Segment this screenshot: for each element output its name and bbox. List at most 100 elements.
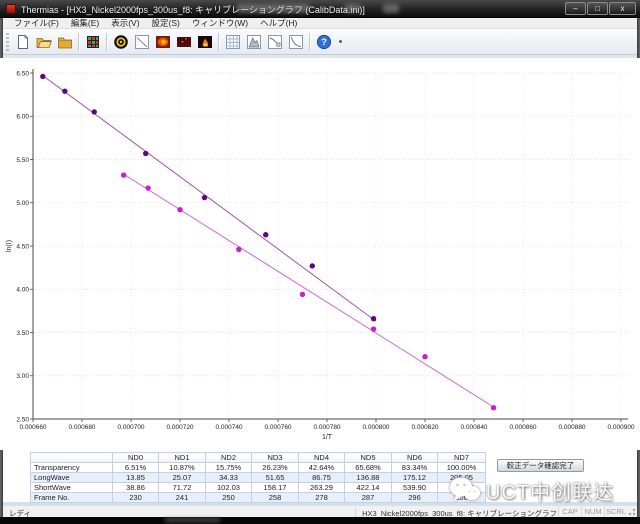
close-button[interactable]: x: [609, 2, 636, 15]
cell-value: 158.17: [252, 483, 299, 493]
cell-value: 175.12: [392, 473, 438, 483]
svg-text:0.000840: 0.000840: [460, 424, 487, 431]
cell-value: 42.64%: [299, 463, 345, 473]
menu-item-5[interactable]: ヘルプ(H): [254, 18, 303, 29]
decay-curve-button[interactable]: [285, 31, 306, 52]
save-folder-button[interactable]: [54, 31, 75, 52]
table-row-longwave: LongWave13.8525.0734.3351.6586.75136.881…: [31, 473, 486, 483]
line-profile-icon: [134, 34, 150, 50]
cell-value: 51.65: [252, 473, 299, 483]
line-profile-button[interactable]: [131, 31, 152, 52]
menu-bar: ファイル(F)編集(E)表示(V)設定(S)ウィンドウ(W)ヘルプ(H): [3, 18, 637, 29]
svg-text:0.000900: 0.000900: [607, 424, 634, 431]
toolbar-overflow-dot: [339, 40, 342, 43]
svg-text:0.000700: 0.000700: [117, 424, 144, 431]
svg-text:?: ?: [321, 37, 327, 48]
svg-text:0.000880: 0.000880: [558, 424, 585, 431]
flame-image-icon: [197, 34, 213, 50]
window-bottom-frame: [0, 517, 640, 524]
cell-value: 25.07: [159, 473, 206, 483]
table-row-shortwave: ShortWave38.8671.72102.03158.17263.29422…: [31, 483, 486, 493]
cell-value: 287: [345, 493, 392, 503]
resize-grip[interactable]: [627, 507, 636, 516]
title-bar: Thermias - [HX3_Nickel2000fps_300us_f8: …: [0, 0, 640, 18]
cell-value: 65.68%: [345, 463, 392, 473]
data-point: [177, 207, 182, 212]
table-row-transparency: Transparency6.51%10.87%15.75%26.23%42.64…: [31, 463, 486, 473]
data-point: [121, 172, 126, 177]
table-grid-icon: [225, 34, 241, 50]
data-point: [92, 109, 97, 114]
histogram-button[interactable]: [243, 31, 264, 52]
maximize-button[interactable]: □: [587, 2, 608, 15]
svg-text:0.000720: 0.000720: [166, 424, 193, 431]
menu-item-4[interactable]: ウィンドウ(W): [186, 18, 254, 29]
help-button[interactable]: ?: [313, 31, 334, 52]
application-window: Thermias - [HX3_Nickel2000fps_300us_f8: …: [0, 0, 640, 524]
data-point: [236, 247, 241, 252]
svg-text:0.000660: 0.000660: [19, 424, 46, 431]
svg-text:0.000680: 0.000680: [68, 424, 95, 431]
svg-text:0.000780: 0.000780: [313, 424, 340, 431]
svg-text:5.50: 5.50: [16, 157, 29, 164]
target-icon: [113, 34, 129, 50]
svg-text:1/T: 1/T: [322, 434, 333, 441]
svg-text:2.50: 2.50: [16, 416, 29, 423]
svg-text:4.00: 4.00: [16, 287, 29, 294]
calibration-data-table: ND0ND1ND2ND3ND4ND5ND6ND7Transparency6.51…: [30, 452, 486, 503]
cell-value: 71.72: [159, 483, 206, 493]
table-row-frame-no-: Frame No.230241250258278287296306: [31, 493, 486, 503]
cell-value: 278: [299, 493, 345, 503]
cell-value: 83.34%: [392, 463, 438, 473]
data-point: [40, 74, 45, 79]
cell-value: 38.86: [113, 483, 159, 493]
toolbar: ?: [3, 29, 637, 55]
new-document-button[interactable]: [12, 31, 33, 52]
thermal-image-button[interactable]: [152, 31, 173, 52]
menu-item-0[interactable]: ファイル(F): [8, 18, 65, 29]
column-header: ND7: [438, 453, 486, 463]
column-header: ND3: [252, 453, 299, 463]
data-point: [371, 316, 376, 321]
calibration-curve-button[interactable]: [264, 31, 285, 52]
column-header: ND2: [206, 453, 252, 463]
menu-item-1[interactable]: 編集(E): [65, 18, 105, 29]
column-header: ND5: [345, 453, 392, 463]
table-header-row: ND0ND1ND2ND3ND4ND5ND6ND7: [31, 453, 486, 463]
cell-value: 86.75: [299, 473, 345, 483]
table-grid-button[interactable]: [222, 31, 243, 52]
svg-text:6.50: 6.50: [16, 70, 29, 77]
svg-text:0.000740: 0.000740: [215, 424, 242, 431]
cell-value: 250: [206, 493, 252, 503]
toolbar-separator: [106, 33, 107, 51]
column-header: ND6: [392, 453, 438, 463]
menu-item-3[interactable]: 設定(S): [146, 18, 186, 29]
open-folder-button[interactable]: [33, 31, 54, 52]
toolbar-grip[interactable]: [6, 33, 9, 51]
confirm-calibration-button[interactable]: 較正データ確認完了: [497, 459, 584, 472]
svg-text:0.000820: 0.000820: [411, 424, 438, 431]
minimize-button[interactable]: –: [565, 2, 586, 15]
cell-value: 10.87%: [159, 463, 206, 473]
decay-curve-icon: [288, 34, 304, 50]
cell-value: 422.14: [345, 483, 392, 493]
cell-value: 539.90: [392, 483, 438, 493]
cell-value: 102.03: [206, 483, 252, 493]
sensor-grid-button[interactable]: [82, 31, 103, 52]
svg-text:0.000860: 0.000860: [509, 424, 536, 431]
red-grid-icon: [176, 34, 192, 50]
target-button[interactable]: [110, 31, 131, 52]
data-point: [491, 405, 496, 410]
data-point: [300, 292, 305, 297]
cell-value: 230: [113, 493, 159, 503]
data-point: [422, 354, 427, 359]
red-grid-button[interactable]: [173, 31, 194, 52]
flame-image-button[interactable]: [194, 31, 215, 52]
row-label: Transparency: [31, 463, 113, 473]
row-label: ShortWave: [31, 483, 113, 493]
cell-value: 6.51%: [113, 463, 159, 473]
svg-text:0.000800: 0.000800: [362, 424, 389, 431]
cell-value: 34.33: [206, 473, 252, 483]
cell-value: 296: [392, 493, 438, 503]
menu-item-2[interactable]: 表示(V): [105, 18, 145, 29]
